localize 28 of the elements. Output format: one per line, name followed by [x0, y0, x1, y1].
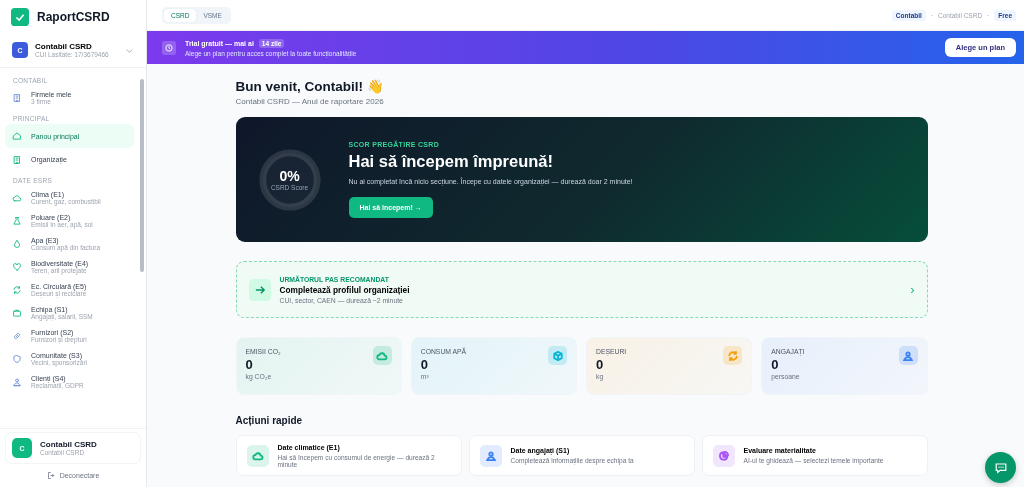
logout-icon	[46, 471, 56, 480]
nav-icon	[12, 330, 22, 341]
stat-value: 0	[771, 357, 780, 372]
stat-value: 0	[245, 357, 254, 372]
next-step-title: Completează profilul organizației	[279, 284, 411, 295]
nav-icon	[12, 92, 22, 103]
stat-value: 0	[596, 357, 605, 372]
nav-icon	[12, 307, 22, 318]
nav-icon	[12, 215, 22, 226]
section-title: Acțiuni rapide	[235, 415, 304, 426]
welcome-title: Bun venit, Contabil! 👋	[235, 78, 385, 94]
app-name: RaportCSRD	[37, 10, 110, 24]
stat-value: 0	[420, 357, 429, 372]
nav-icon	[12, 131, 22, 141]
chevron: ›	[910, 282, 915, 297]
nav-icon	[12, 192, 22, 203]
score-percent: 0%	[279, 168, 300, 184]
nav-icon	[12, 376, 22, 387]
nav-icon	[12, 261, 22, 272]
nav-icon	[12, 238, 22, 249]
nav-icon	[12, 353, 22, 364]
logo-icon	[11, 8, 29, 26]
nav-icon	[12, 154, 22, 165]
score-title: Hai să începem împreună!	[348, 152, 554, 172]
welcome-subtitle: Contabil CSRD — Anul de raportare 2026	[235, 97, 385, 106]
clock-icon	[162, 40, 176, 55]
chat-button[interactable]	[985, 452, 1016, 483]
nav-icon	[12, 284, 22, 295]
